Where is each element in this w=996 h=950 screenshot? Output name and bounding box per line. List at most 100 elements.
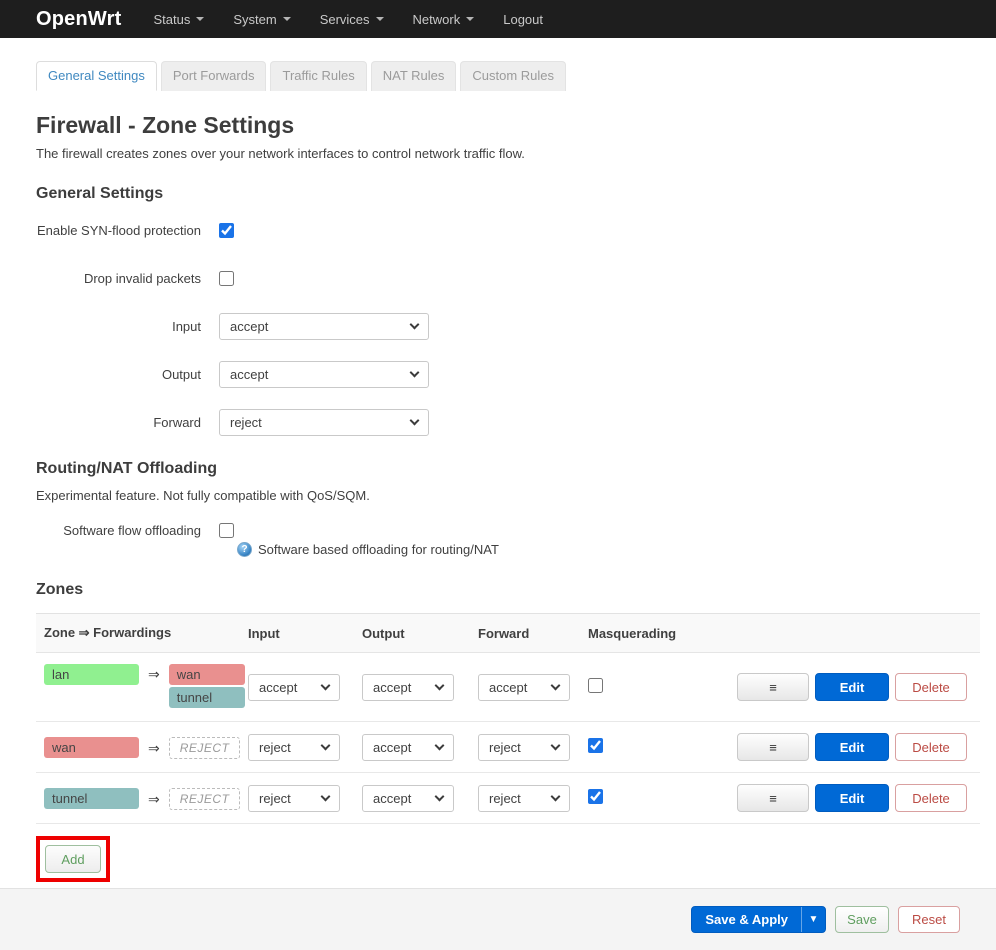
output-policy-select[interactable]: accept [219,361,429,388]
chevron-down-icon [196,17,204,21]
zone-output-select[interactable]: accept [362,734,454,761]
page-title: Firewall - Zone Settings [36,112,980,139]
edit-button[interactable]: Edit [815,784,889,812]
zone-forward-select[interactable]: accept [478,674,570,701]
edit-button[interactable]: Edit [815,733,889,761]
drop-invalid-label: Drop invalid packets [36,271,219,286]
flow-offloading-help: ? Software based offloading for routing/… [237,542,980,557]
nav-item-system[interactable]: System [233,12,290,27]
tab-nat-rules[interactable]: NAT Rules [371,61,457,91]
flow-offloading-help-text: Software based offloading for routing/NA… [258,542,499,557]
section-zones: Zones [36,581,980,599]
chevron-down-icon [410,368,420,378]
zone-output-select[interactable]: accept [362,785,454,812]
delete-button[interactable]: Delete [895,673,967,701]
forward-arrow-icon: ⇒ [148,664,160,683]
section-general-settings: General Settings [36,185,980,203]
syn-flood-checkbox[interactable] [219,223,234,238]
zone-row-lan: lan ⇒ wan tunnel accept accept accept ≡ … [36,653,980,722]
masquerading-checkbox[interactable] [588,789,603,804]
delete-button[interactable]: Delete [895,733,967,761]
chevron-down-icon [435,791,445,801]
input-policy-select[interactable]: accept [219,313,429,340]
chevron-down-icon [435,740,445,750]
save-button[interactable]: Save [835,906,889,933]
nav-item-services[interactable]: Services [320,12,384,27]
zone-forward-select[interactable]: reject [478,734,570,761]
sort-handle-button[interactable]: ≡ [737,733,809,761]
chevron-down-icon [551,791,561,801]
col-input: Input [248,626,362,641]
output-policy-label: Output [36,367,219,382]
zone-forward-select[interactable]: reject [478,785,570,812]
sort-handle-button[interactable]: ≡ [737,784,809,812]
forward-arrow-icon: ⇒ [148,789,160,808]
offloading-subtitle: Experimental feature. Not fully compatib… [36,488,980,503]
nav-item-network[interactable]: Network [413,12,475,27]
chevron-down-icon [283,17,291,21]
sort-handle-button[interactable]: ≡ [737,673,809,701]
syn-flood-row: Enable SYN-flood protection [36,217,980,244]
chevron-down-icon [321,791,331,801]
zone-input-select[interactable]: accept [248,674,340,701]
col-forward: Forward [478,626,588,641]
zone-output-select[interactable]: accept [362,674,454,701]
zone-input-select[interactable]: reject [248,734,340,761]
forward-arrow-icon: ⇒ [148,738,160,757]
save-apply-dropdown-caret[interactable]: ▼ [801,907,825,932]
chevron-down-icon [321,740,331,750]
drop-invalid-checkbox[interactable] [219,271,234,286]
tab-traffic-rules[interactable]: Traffic Rules [270,61,366,91]
highlight-annotation-box: Add [36,836,110,882]
zone-badge: tunnel [44,788,139,809]
zone-input-select[interactable]: reject [248,785,340,812]
nav-item-status[interactable]: Status [153,12,204,27]
zone-row-tunnel: tunnel ⇒ REJECT reject accept reject ≡ E… [36,773,980,824]
save-apply-split-button[interactable]: Save & Apply ▼ [691,906,826,933]
delete-button[interactable]: Delete [895,784,967,812]
tab-custom-rules[interactable]: Custom Rules [460,61,566,91]
page-subtitle: The firewall creates zones over your net… [36,146,980,161]
chevron-down-icon [435,680,445,690]
reject-badge: REJECT [169,737,241,759]
chevron-down-icon [410,416,420,426]
chevron-down-icon [551,740,561,750]
masquerading-checkbox[interactable] [588,738,603,753]
forward-policy-row: Forward reject [36,409,980,436]
zones-table-header: Zone ⇒ Forwardings Input Output Forward … [36,613,980,653]
input-policy-row: Input accept [36,313,980,340]
action-bar: Save & Apply ▼ Save Reset [0,888,996,950]
zones-table: Zone ⇒ Forwardings Input Output Forward … [36,613,980,824]
page-content: General Settings Port Forwards Traffic R… [0,61,996,882]
brand-logo[interactable]: OpenWrt [36,8,121,31]
tab-general-settings[interactable]: General Settings [36,61,157,91]
input-policy-label: Input [36,319,219,334]
save-apply-button[interactable]: Save & Apply [692,907,801,932]
flow-offloading-label: Software flow offloading [36,523,219,538]
edit-button[interactable]: Edit [815,673,889,701]
chevron-down-icon [376,17,384,21]
add-zone-button[interactable]: Add [45,845,101,873]
forward-policy-select[interactable]: reject [219,409,429,436]
zone-row-wan: wan ⇒ REJECT reject accept reject ≡ Edit… [36,722,980,773]
section-routing-nat-offloading: Routing/NAT Offloading [36,460,980,478]
reject-badge: REJECT [169,788,241,810]
output-policy-row: Output accept [36,361,980,388]
zone-badge: lan [44,664,139,685]
masquerading-checkbox[interactable] [588,678,603,693]
nav-item-logout[interactable]: Logout [503,12,543,27]
drop-invalid-row: Drop invalid packets [36,265,980,292]
reset-button[interactable]: Reset [898,906,960,933]
target-badge: wan [169,664,245,685]
chevron-down-icon [466,17,474,21]
chevron-down-icon [551,680,561,690]
top-navbar: OpenWrt Status System Services Network L… [0,0,996,38]
zone-badge: wan [44,737,139,758]
forward-policy-label: Forward [36,415,219,430]
flow-offloading-checkbox[interactable] [219,523,234,538]
syn-flood-label: Enable SYN-flood protection [36,223,219,238]
col-zone-forwardings: Zone ⇒ Forwardings [44,625,248,641]
tab-port-forwards[interactable]: Port Forwards [161,61,267,91]
col-masquerading: Masquerading [588,626,706,641]
flow-offloading-row: Software flow offloading [36,517,980,544]
